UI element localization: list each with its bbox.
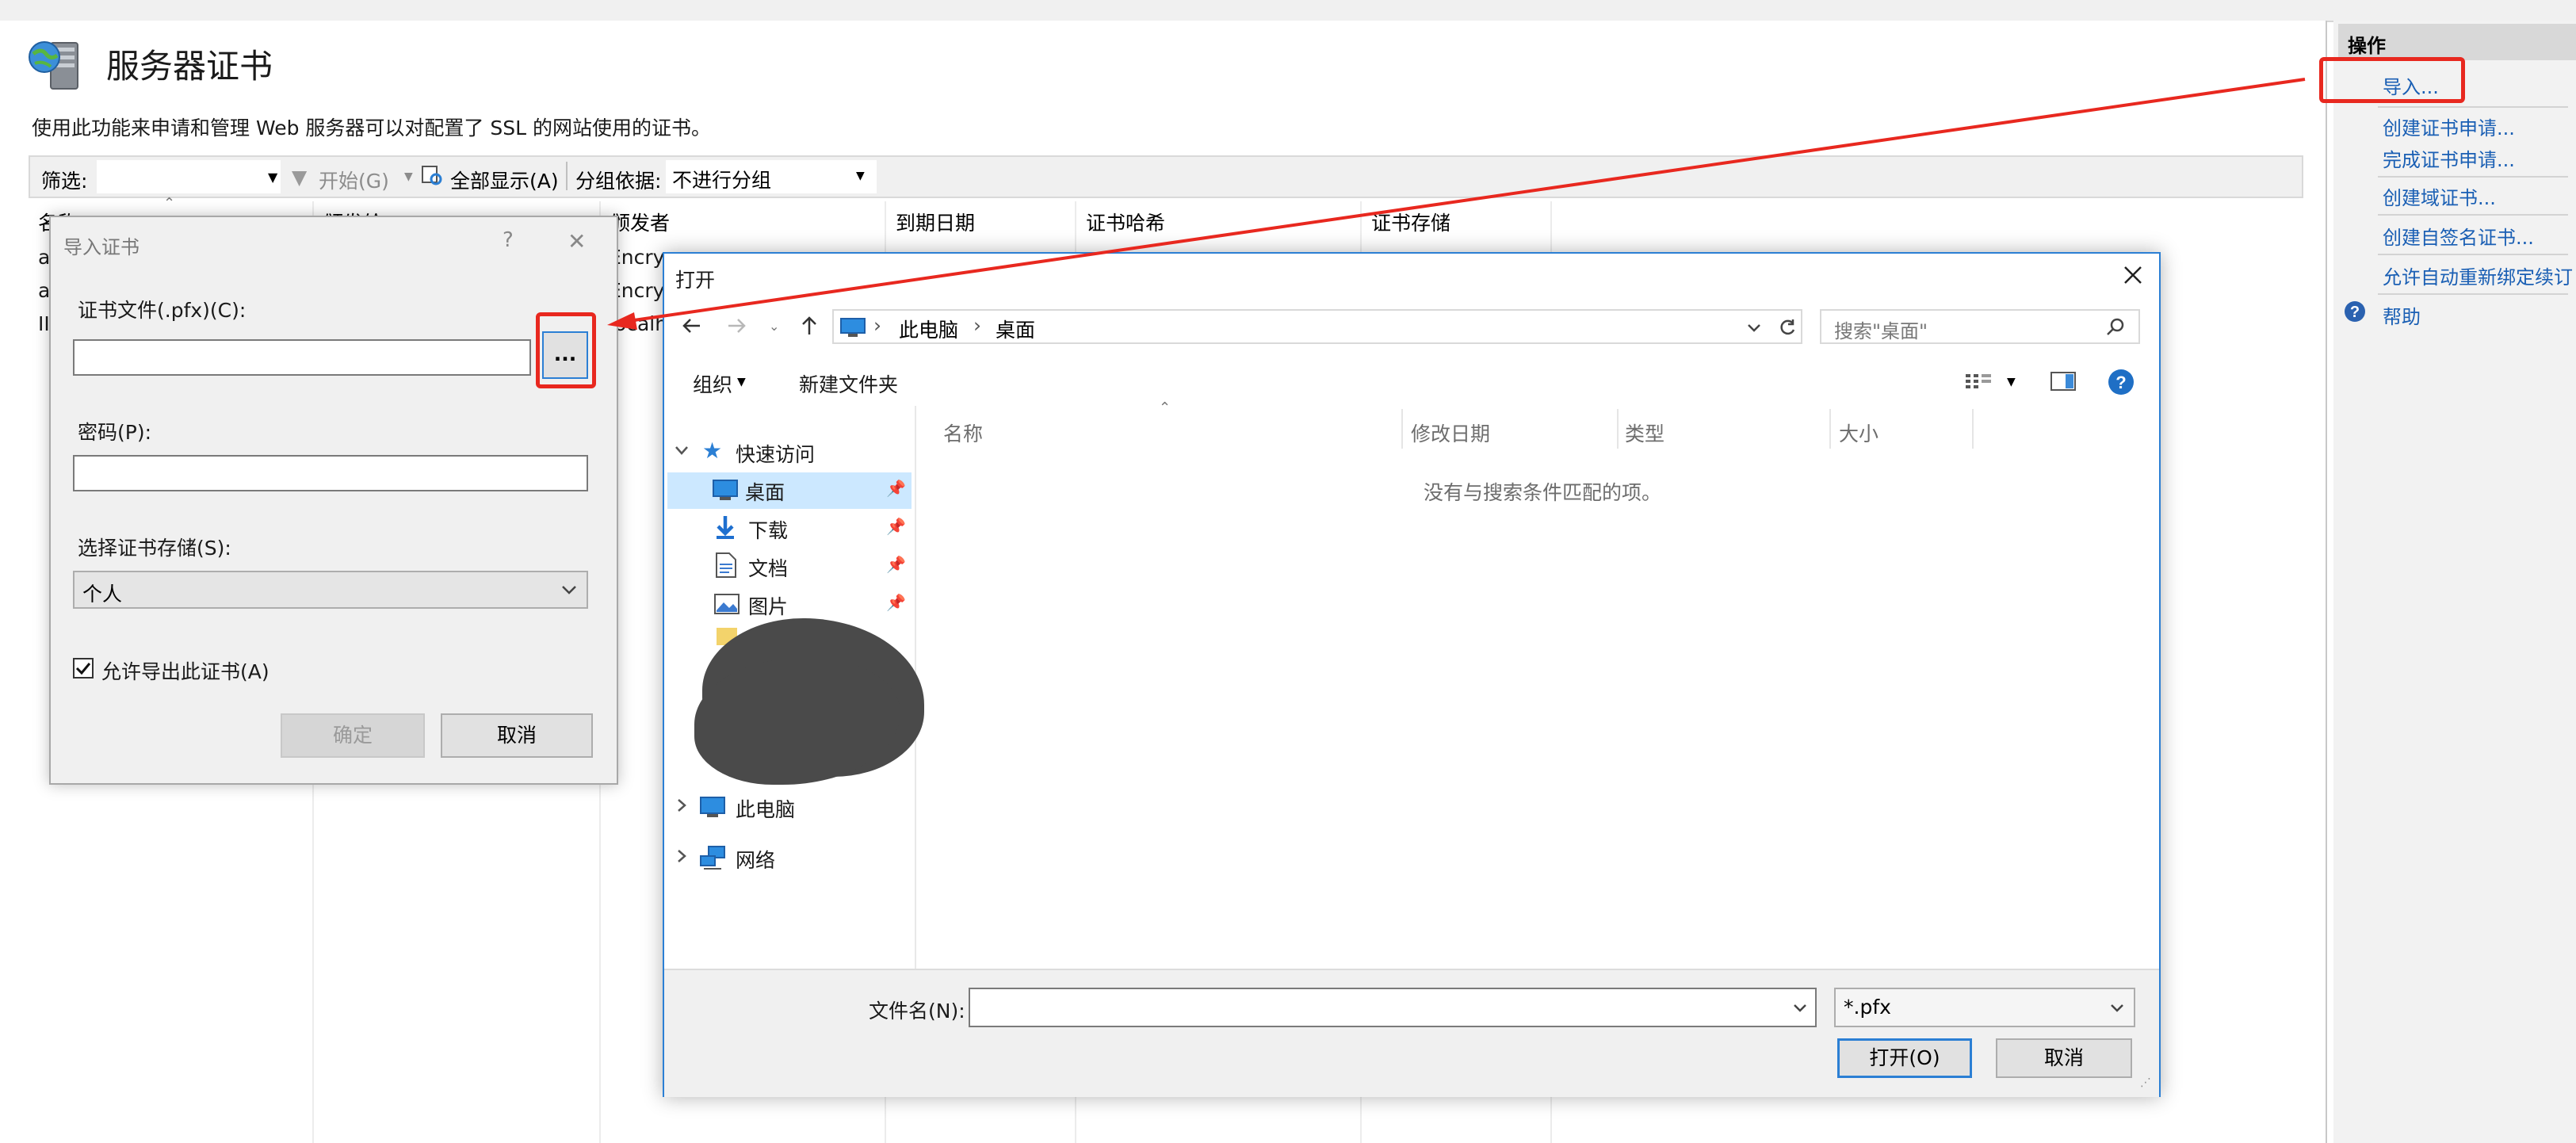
annotation-arrow — [607, 78, 2306, 330]
